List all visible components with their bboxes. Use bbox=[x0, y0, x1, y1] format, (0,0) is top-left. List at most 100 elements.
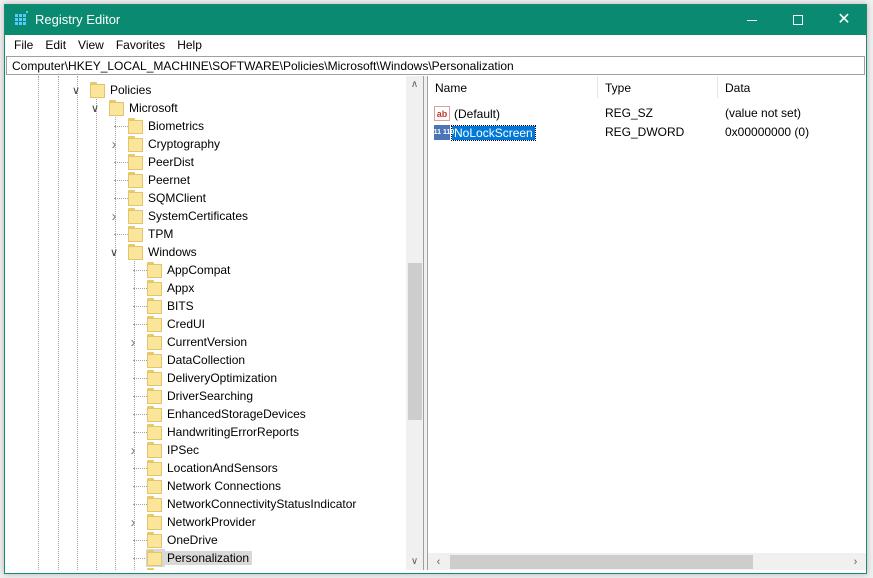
tree-item-windows[interactable]: ∨ Windows bbox=[6, 243, 406, 261]
maximize-button[interactable] bbox=[775, 5, 821, 35]
menu-edit[interactable]: Edit bbox=[39, 35, 72, 56]
tree-item-network-connections[interactable]: Network Connections bbox=[6, 477, 406, 495]
tree-item-peerdist[interactable]: PeerDist bbox=[6, 153, 406, 171]
tree-connector bbox=[128, 297, 138, 315]
tree-item-personalization[interactable]: Personalization bbox=[6, 549, 406, 567]
tree-item-cryptography[interactable]: › Cryptography bbox=[6, 135, 406, 153]
column-header-name[interactable]: Name bbox=[428, 76, 598, 98]
list-header: Name Type Data bbox=[428, 76, 866, 98]
value-type: REG_SZ bbox=[605, 106, 654, 120]
tree-item-systemcertificates[interactable]: › SystemCertificates bbox=[6, 207, 406, 225]
list-scroll-thumb[interactable] bbox=[450, 555, 753, 569]
tree-connector bbox=[109, 171, 119, 189]
tree-item-networkprovider[interactable]: › NetworkProvider bbox=[6, 513, 406, 531]
chevron-down-icon[interactable]: ∨ bbox=[109, 243, 119, 261]
menu-favorites[interactable]: Favorites bbox=[110, 35, 171, 56]
column-header-type[interactable]: Type bbox=[598, 76, 718, 98]
folder-icon bbox=[90, 82, 106, 98]
scroll-right-arrow-icon[interactable]: › bbox=[847, 553, 864, 570]
tree-item-ipsec[interactable]: › IPSec bbox=[6, 441, 406, 459]
maximize-icon bbox=[793, 15, 803, 25]
tree-item-appcompat[interactable]: AppCompat bbox=[6, 261, 406, 279]
tree-connector bbox=[128, 279, 138, 297]
address-bar[interactable]: Computer\HKEY_LOCAL_MACHINE\SOFTWARE\Pol… bbox=[6, 56, 865, 75]
tree-item-deliveryoptimization[interactable]: DeliveryOptimization bbox=[6, 369, 406, 387]
window-title: Registry Editor bbox=[35, 12, 121, 27]
tree-item-enhancedstoragedevices[interactable]: EnhancedStorageDevices bbox=[6, 405, 406, 423]
value-row-nolockscreen[interactable]: 011 110 NoLockScreen REG_DWORD 0x0000000… bbox=[428, 123, 866, 142]
chevron-down-icon[interactable]: ∨ bbox=[71, 81, 81, 99]
registry-editor-window: Registry Editor ✕ File Edit View Favorit… bbox=[4, 4, 867, 574]
tree-item-locationandsensors[interactable]: LocationAndSensors bbox=[6, 459, 406, 477]
chevron-right-icon[interactable]: › bbox=[128, 441, 138, 459]
tree-item-networkconnectivitystatusindicator[interactable]: NetworkConnectivityStatusIndicator bbox=[6, 495, 406, 513]
tree-item-policies[interactable]: ∨ Policies bbox=[6, 81, 406, 99]
tree-connector bbox=[128, 549, 138, 567]
folder-icon bbox=[128, 136, 144, 152]
tree-item-currentversion[interactable]: › CurrentVersion bbox=[6, 333, 406, 351]
tree-connector bbox=[128, 369, 138, 387]
tree-item-label: SystemCertificates bbox=[148, 209, 249, 223]
chevron-right-icon[interactable]: › bbox=[109, 135, 119, 153]
folder-icon bbox=[147, 424, 163, 440]
folder-icon bbox=[147, 406, 163, 422]
title-bar[interactable]: Registry Editor ✕ bbox=[5, 5, 866, 35]
tree-item-label: PeerDist bbox=[148, 155, 195, 169]
tree-item-biometrics[interactable]: Biometrics bbox=[6, 117, 406, 135]
chevron-down-icon[interactable]: ∨ bbox=[90, 99, 100, 117]
tree-item-sqmclient[interactable]: SQMClient bbox=[6, 189, 406, 207]
list-horizontal-scrollbar[interactable]: ‹ › bbox=[428, 553, 866, 570]
tree-item-label: IPSec bbox=[167, 443, 200, 457]
registry-editor-app-icon bbox=[15, 11, 28, 26]
tree-connector bbox=[128, 531, 138, 549]
tree-item-label: Policies bbox=[110, 83, 152, 97]
column-header-data[interactable]: Data bbox=[718, 76, 866, 98]
value-row-default[interactable]: ab (Default) REG_SZ (value not set) bbox=[428, 104, 866, 123]
tree-item-microsoft[interactable]: ∨ Microsoft bbox=[6, 99, 406, 117]
folder-icon bbox=[147, 298, 163, 314]
folder-icon bbox=[128, 172, 144, 188]
folder-icon bbox=[147, 262, 163, 278]
tree-item-onedrive[interactable]: OneDrive bbox=[6, 531, 406, 549]
tree-connector bbox=[109, 189, 119, 207]
tree-item-tpm[interactable]: TPM bbox=[6, 225, 406, 243]
tree-item-label: Microsoft bbox=[129, 101, 178, 115]
close-button[interactable]: ✕ bbox=[821, 5, 867, 35]
folder-icon bbox=[147, 316, 163, 332]
folder-icon bbox=[147, 550, 163, 566]
value-name: NoLockScreen bbox=[451, 124, 536, 141]
tree-item-handwritingerrorreports[interactable]: HandwritingErrorReports bbox=[6, 423, 406, 441]
tree-item-peernet[interactable]: Peernet bbox=[6, 171, 406, 189]
menu-help[interactable]: Help bbox=[171, 35, 208, 56]
tree-vertical-scrollbar[interactable]: ∧ ∨ bbox=[406, 76, 423, 570]
tree-connector bbox=[128, 477, 138, 495]
tree-item-credui[interactable]: CredUI bbox=[6, 315, 406, 333]
chevron-right-icon[interactable]: › bbox=[109, 207, 119, 225]
tree-item-driversearching[interactable]: DriverSearching bbox=[6, 387, 406, 405]
tree-item-safer[interactable] bbox=[6, 567, 406, 570]
tree-item-label: DataCollection bbox=[167, 353, 246, 367]
chevron-right-icon[interactable]: › bbox=[128, 513, 138, 531]
scroll-left-arrow-icon[interactable]: ‹ bbox=[430, 553, 447, 570]
menu-view[interactable]: View bbox=[72, 35, 110, 56]
tree-item-appx[interactable]: Appx bbox=[6, 279, 406, 297]
minimize-button[interactable] bbox=[729, 5, 775, 35]
menu-file[interactable]: File bbox=[8, 35, 39, 56]
tree-item-bits[interactable]: BITS bbox=[6, 297, 406, 315]
scroll-up-arrow-icon[interactable]: ∧ bbox=[406, 76, 423, 93]
folder-icon bbox=[128, 226, 144, 242]
tree-scroll-thumb[interactable] bbox=[408, 263, 422, 420]
tree-connector bbox=[128, 567, 138, 570]
values-list-pane: Name Type Data ab (Default) REG_SZ (valu… bbox=[428, 76, 866, 570]
tree-item-label: Peernet bbox=[148, 173, 191, 187]
tree-item-label: LocationAndSensors bbox=[167, 461, 278, 475]
tree-connector bbox=[128, 387, 138, 405]
chevron-right-icon[interactable]: › bbox=[128, 333, 138, 351]
value-type: REG_DWORD bbox=[605, 125, 685, 139]
tree-item-label: Biometrics bbox=[148, 119, 205, 133]
folder-icon bbox=[147, 532, 163, 548]
tree-connector bbox=[109, 153, 119, 171]
scroll-down-arrow-icon[interactable]: ∨ bbox=[406, 553, 423, 570]
tree-connector bbox=[128, 351, 138, 369]
tree-item-datacollection[interactable]: DataCollection bbox=[6, 351, 406, 369]
